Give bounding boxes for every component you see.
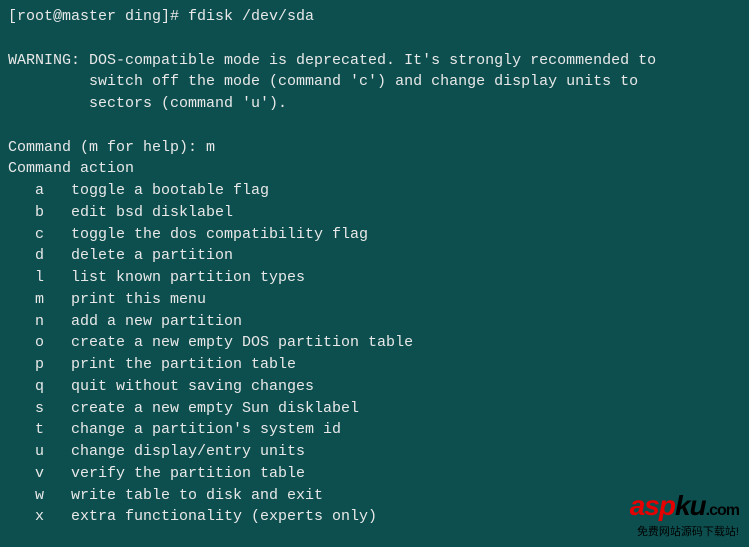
fdisk-prompt: Command (m for help): [8, 139, 206, 156]
brand-part-black: ku [675, 490, 706, 521]
action-list: a toggle a bootable flag b edit bsd disk… [8, 180, 741, 528]
warning-line: WARNING: DOS-compatible mode is deprecat… [8, 52, 656, 69]
brand-part-com: .com [706, 502, 739, 519]
shell-prompt: [root@master ding]# [8, 8, 188, 25]
brand-part-red: asp [630, 490, 675, 521]
fdisk-input: m [206, 139, 215, 156]
terminal-output[interactable]: [root@master ding]# fdisk /dev/sda WARNI… [0, 0, 749, 534]
warning-line: switch off the mode (command 'c') and ch… [8, 73, 638, 90]
typed-command: fdisk /dev/sda [188, 8, 314, 25]
warning-line: sectors (command 'u'). [8, 95, 287, 112]
watermark-tagline: 免费网站源码下载站! [630, 525, 739, 541]
watermark: aspku.com 免费网站源码下载站! [630, 486, 739, 541]
watermark-brand: aspku.com [630, 486, 739, 527]
action-header: Command action [8, 160, 134, 177]
